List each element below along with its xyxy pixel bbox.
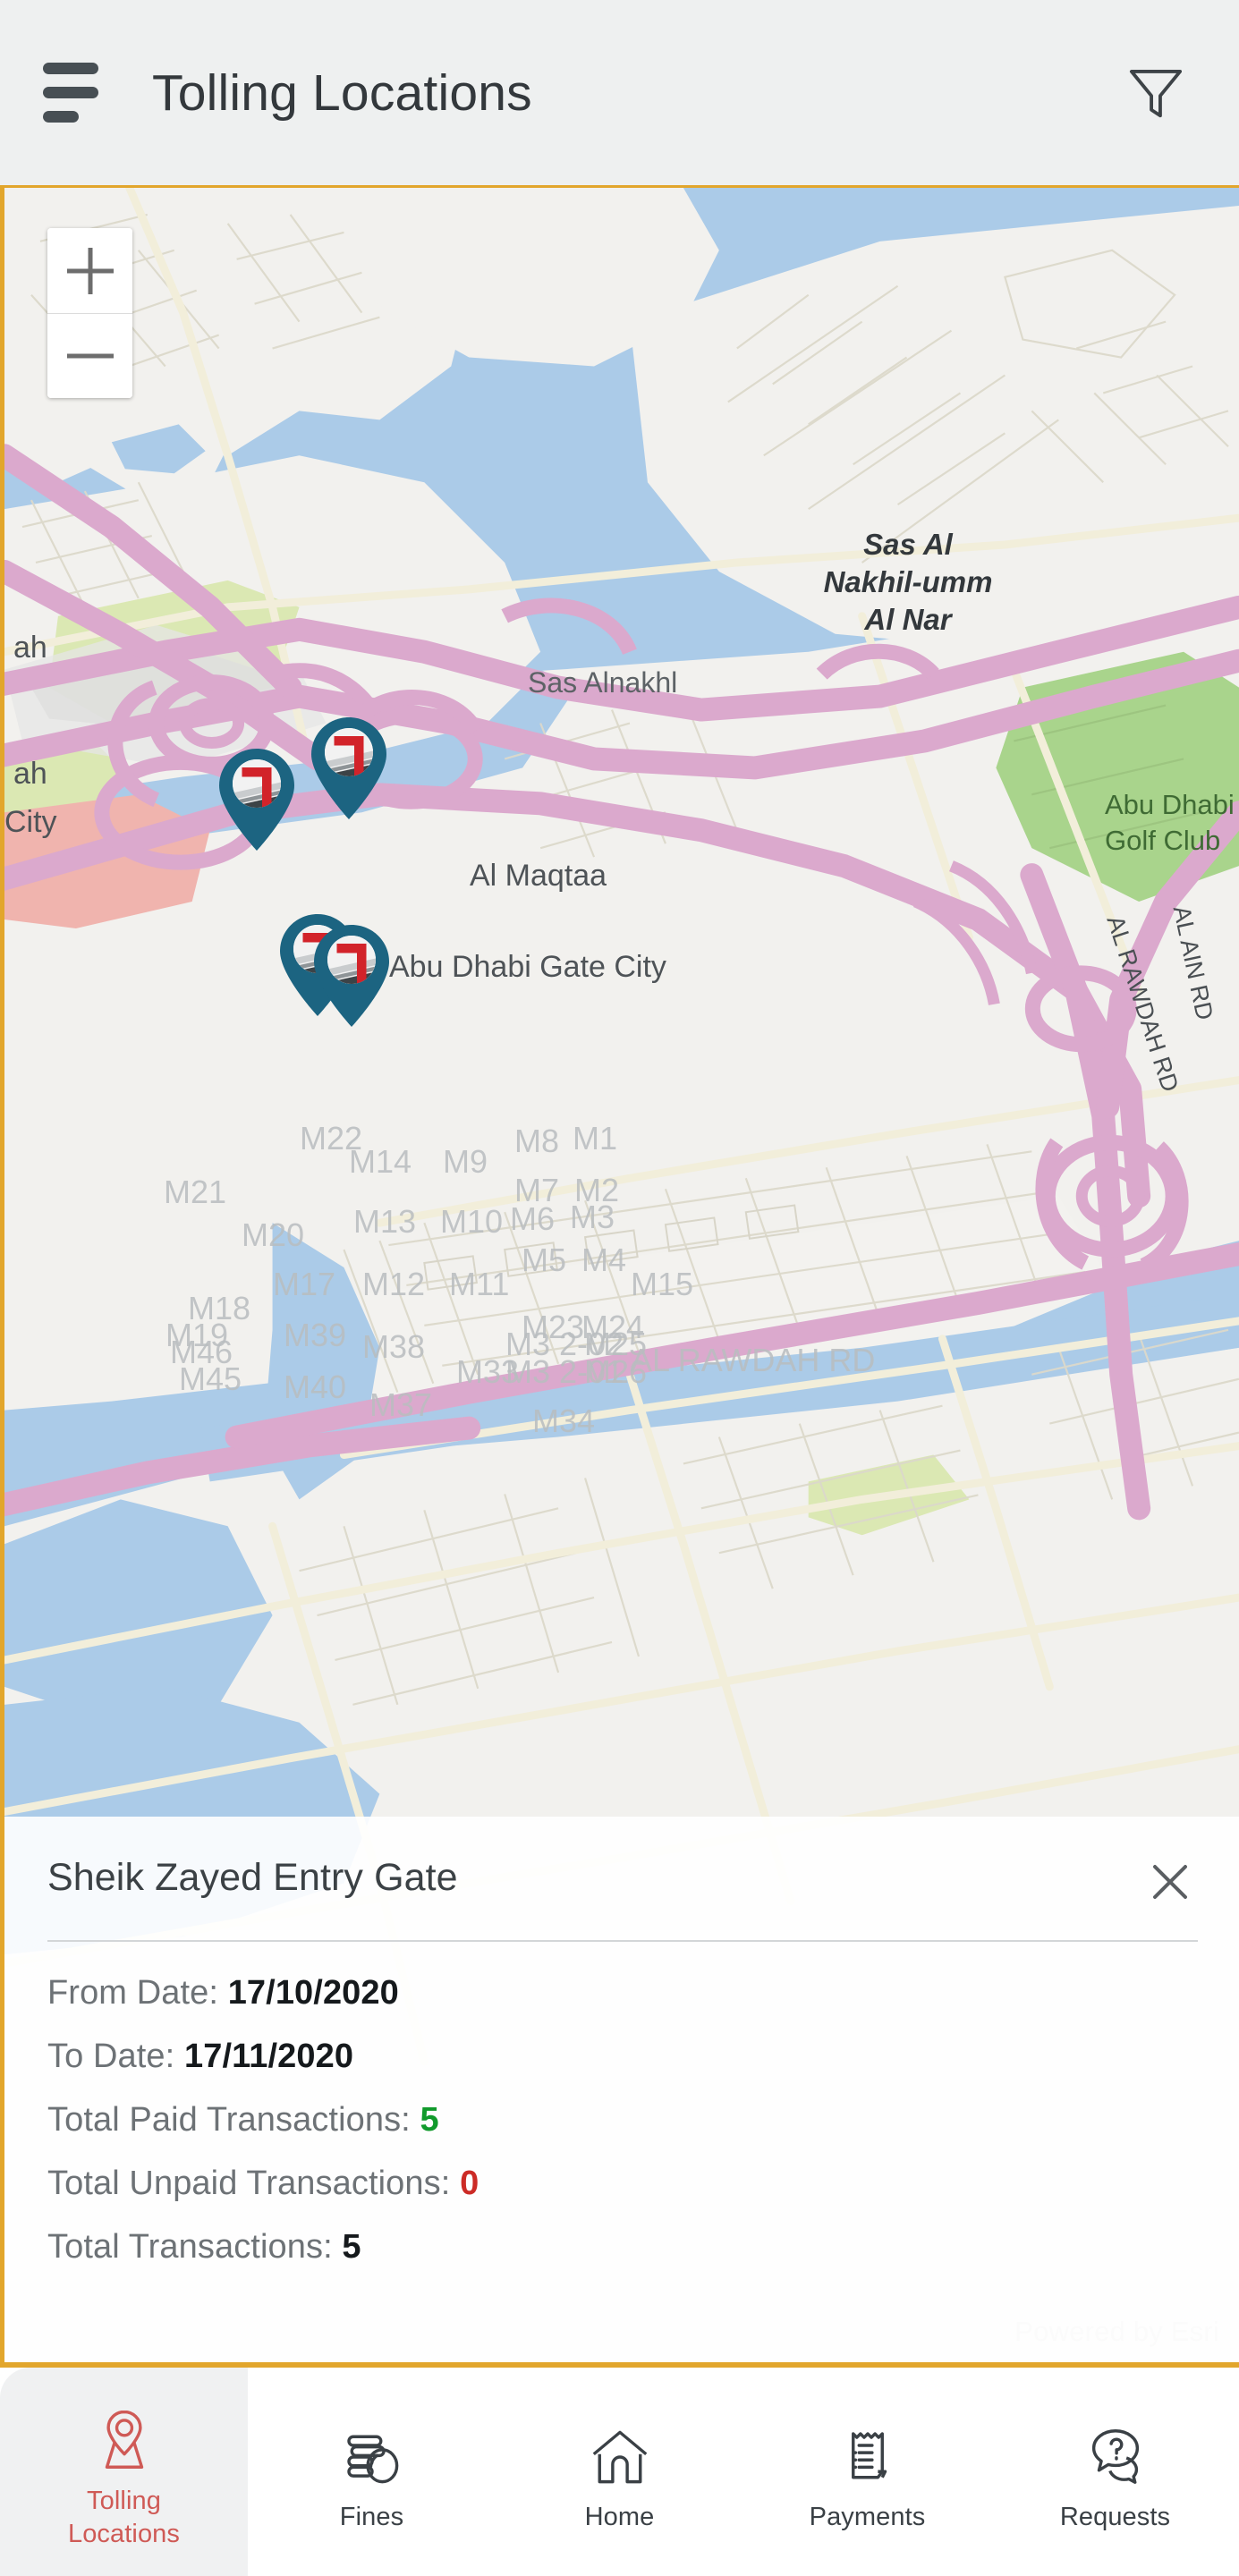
toll-gate-pin-4[interactable]	[311, 923, 392, 1033]
map-zoom-controls[interactable]	[47, 228, 132, 398]
info-row: From Date: 17/10/2020	[47, 1962, 1198, 2025]
coins-icon	[337, 2415, 407, 2492]
info-row: Total Paid Transactions: 5	[47, 2089, 1198, 2152]
filter-funnel-icon[interactable]	[1116, 53, 1196, 133]
toll-gate-pin-1[interactable]	[309, 716, 389, 826]
house-icon	[585, 2415, 655, 2492]
nav-item-fines[interactable]: Fines	[248, 2368, 496, 2576]
close-x-icon[interactable]	[1139, 1851, 1201, 1913]
chat-question-icon	[1081, 2415, 1150, 2492]
nav-item-label: Tolling Locations	[67, 2487, 181, 2548]
location-info-panel: Sheik Zayed Entry Gate From Date: 17/10/…	[4, 1817, 1239, 2362]
receipt-icon	[833, 2415, 903, 2492]
info-row-value: 17/10/2020	[227, 1974, 399, 2012]
page-title: Tolling Locations	[152, 64, 532, 122]
map-view[interactable]: M8 M1 M14 M9 M7 M2 M21 M22 M13 M10 M6 M3 M20 M5 M4 M17 M…	[0, 185, 1239, 2365]
nav-item-label: Home	[584, 2503, 655, 2532]
info-row: Total Transactions: 5	[47, 2216, 1198, 2279]
bottom-navigation-bar[interactable]: Tolling Locations Fines Home Payments Request…	[0, 2365, 1239, 2576]
info-row-value: 5	[342, 2228, 361, 2266]
toll-gate-pin-2[interactable]	[216, 747, 297, 857]
zoom-in-button[interactable]	[47, 228, 132, 313]
nav-item-requests[interactable]: Requests	[991, 2368, 1239, 2576]
map-pin-icon	[89, 2399, 159, 2476]
info-row-value: 17/11/2020	[183, 2038, 354, 2075]
hamburger-menu-icon[interactable]	[43, 63, 141, 123]
info-row: Total Unpaid Transactions: 0	[47, 2152, 1198, 2216]
info-row-value: 5	[420, 2101, 439, 2139]
info-row-label: From Date:	[47, 1974, 228, 2012]
info-row-label: Total Paid Transactions:	[47, 2101, 420, 2139]
nav-item-home[interactable]: Home	[496, 2368, 743, 2576]
nav-item-label: Fines	[339, 2503, 404, 2532]
zoom-out-button[interactable]	[47, 313, 132, 398]
info-row-label: Total Transactions:	[47, 2228, 343, 2266]
transaction-summary-list: From Date: 17/10/2020 To Date: 17/11/2020…	[47, 1962, 1198, 2279]
location-name: Sheik Zayed Entry Gate	[47, 1856, 458, 1899]
info-row-label: Total Unpaid Transactions:	[47, 2165, 461, 2202]
info-row-label: To Date:	[47, 2038, 184, 2075]
nav-item-tolling-locations[interactable]: Tolling Locations	[0, 2368, 248, 2576]
panel-divider	[47, 1940, 1198, 1942]
app-header: Tolling Locations	[0, 0, 1239, 185]
nav-item-label: Payments	[809, 2503, 926, 2532]
info-row-value: 0	[460, 2165, 479, 2202]
nav-item-label: Requests	[1059, 2503, 1171, 2532]
info-row: To Date: 17/11/2020	[47, 2025, 1198, 2089]
nav-item-payments[interactable]: Payments	[743, 2368, 991, 2576]
info-panel-header: Sheik Zayed Entry Gate	[47, 1856, 1198, 1913]
